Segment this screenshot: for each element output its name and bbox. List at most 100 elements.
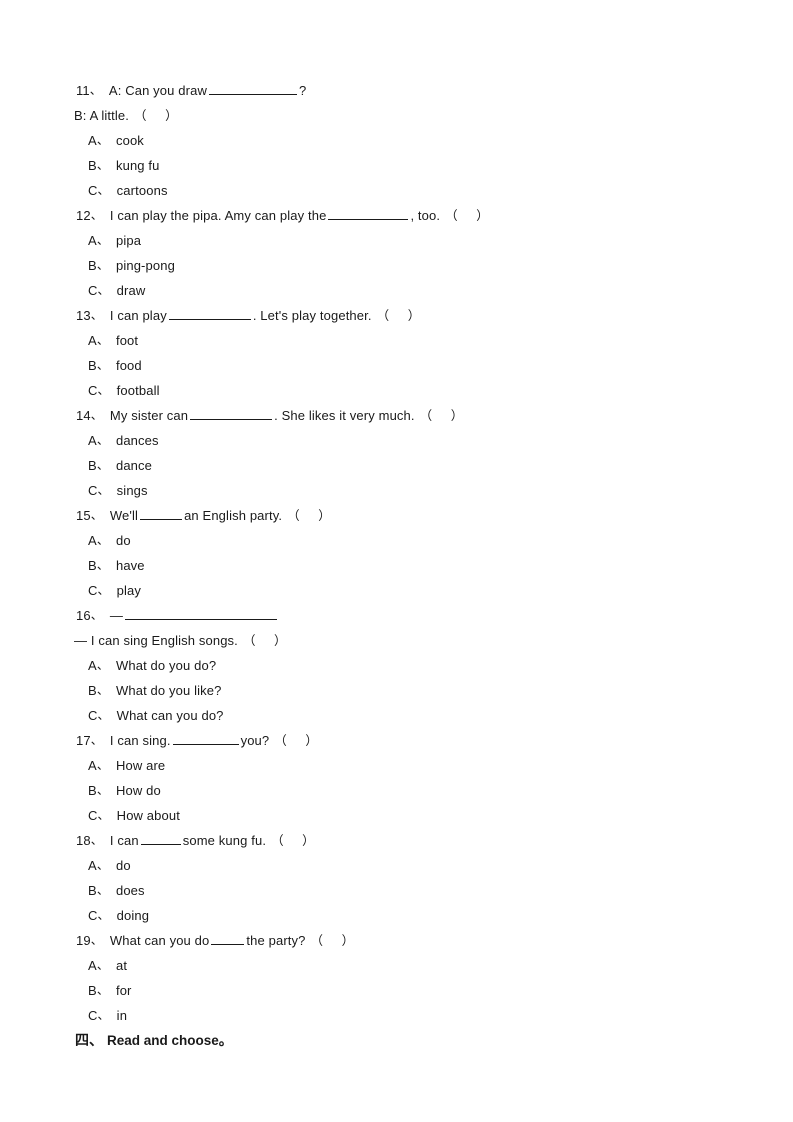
question-number: 13 bbox=[76, 308, 91, 323]
option-letter: C bbox=[88, 1008, 98, 1023]
option-b[interactable]: B、 does bbox=[88, 878, 736, 903]
option-text: have bbox=[115, 558, 145, 573]
option-letter-separator: 、 bbox=[96, 858, 109, 872]
answer-blank[interactable] bbox=[125, 608, 278, 620]
answer-bracket[interactable]: （） bbox=[377, 303, 422, 329]
answer-blank[interactable] bbox=[328, 208, 409, 220]
bracket-open: （ bbox=[310, 934, 325, 948]
bracket-open: （ bbox=[445, 209, 460, 223]
question-stem: 15、 We'll an English party. （） bbox=[76, 503, 736, 528]
option-text: sings bbox=[116, 483, 148, 498]
option-text: dances bbox=[115, 433, 159, 448]
option-letter: A bbox=[88, 133, 97, 148]
answer-bracket[interactable]: （） bbox=[243, 628, 288, 654]
question-text-after-blank: an English party. bbox=[184, 508, 283, 523]
question-number-separator: 、 bbox=[90, 608, 103, 622]
answer-bracket[interactable]: （） bbox=[420, 403, 465, 429]
document-page: 11、 A: Can you draw? B: A little. （） A、 cook B… bbox=[0, 0, 793, 1122]
option-a[interactable]: A、 at bbox=[88, 953, 736, 978]
option-a[interactable]: A、 do bbox=[88, 853, 736, 878]
answer-blank[interactable] bbox=[168, 308, 251, 320]
option-a[interactable]: A、 foot bbox=[88, 328, 736, 353]
option-letter: C bbox=[88, 808, 98, 823]
option-letter-separator: 、 bbox=[96, 233, 109, 247]
option-letter: B bbox=[88, 683, 97, 698]
option-b[interactable]: B、 What do you like? bbox=[88, 678, 736, 703]
answer-bracket[interactable]: （） bbox=[445, 203, 490, 229]
answer-bracket[interactable]: （） bbox=[287, 503, 332, 529]
answer-bracket[interactable]: （） bbox=[311, 928, 356, 954]
option-b[interactable]: B、 for bbox=[88, 978, 736, 1003]
answer-bracket[interactable]: （） bbox=[134, 103, 179, 129]
section-marker: 四 bbox=[75, 1033, 89, 1049]
bracket-open: （ bbox=[134, 109, 149, 123]
answer-bracket[interactable]: （） bbox=[274, 728, 319, 754]
option-letter-separator: 、 bbox=[97, 283, 110, 297]
question-text-after-blank: ? bbox=[298, 83, 307, 98]
question-number: 19 bbox=[76, 933, 91, 948]
question-number-separator: 、 bbox=[90, 308, 103, 322]
option-a[interactable]: A、 pipa bbox=[88, 228, 736, 253]
option-b[interactable]: B、 How do bbox=[88, 778, 736, 803]
option-b[interactable]: B、 dance bbox=[88, 453, 736, 478]
option-letter-separator: 、 bbox=[96, 258, 109, 272]
option-letter-separator: 、 bbox=[96, 533, 109, 547]
option-letter-separator: 、 bbox=[96, 658, 109, 672]
question-text-after-blank: . Let's play together. bbox=[252, 308, 372, 323]
option-b[interactable]: B、 ping-pong bbox=[88, 253, 736, 278]
option-c[interactable]: C、 in bbox=[88, 1003, 736, 1028]
bracket-open: （ bbox=[287, 509, 302, 523]
question-text-after-blank: , too. bbox=[410, 208, 441, 223]
option-b[interactable]: B、 food bbox=[88, 353, 736, 378]
option-c[interactable]: C、 draw bbox=[88, 278, 736, 303]
answer-blank[interactable] bbox=[172, 733, 239, 745]
question-stem: 18、 I can some kung fu. （） bbox=[76, 828, 736, 853]
answer-blank[interactable] bbox=[208, 83, 297, 95]
option-a[interactable]: A、 What do you do? bbox=[88, 653, 736, 678]
option-text: play bbox=[116, 583, 142, 598]
answer-blank[interactable] bbox=[140, 833, 181, 845]
option-c[interactable]: C、 How about bbox=[88, 803, 736, 828]
option-c[interactable]: C、 play bbox=[88, 578, 736, 603]
answer-blank[interactable] bbox=[190, 408, 273, 420]
option-text: football bbox=[116, 383, 160, 398]
option-letter: C bbox=[88, 583, 98, 598]
option-letter: A bbox=[88, 958, 97, 973]
bracket-close: ） bbox=[476, 209, 491, 223]
answer-blank[interactable] bbox=[140, 508, 183, 520]
question-text-after-blank: the party? bbox=[246, 933, 306, 948]
option-c[interactable]: C、 football bbox=[88, 378, 736, 403]
option-text: for bbox=[115, 983, 132, 998]
option-letter: C bbox=[88, 483, 98, 498]
question-number: 12 bbox=[76, 208, 91, 223]
option-letter: C bbox=[88, 383, 98, 398]
option-c[interactable]: C、 doing bbox=[88, 903, 736, 928]
answer-blank[interactable] bbox=[211, 933, 245, 945]
option-c[interactable]: C、 What can you do? bbox=[88, 703, 736, 728]
option-b[interactable]: B、 kung fu bbox=[88, 153, 736, 178]
option-a[interactable]: A、 do bbox=[88, 528, 736, 553]
question-text-after-blank: you? bbox=[240, 733, 270, 748]
question-stem: 14、 My sister can . She likes it very much… bbox=[76, 403, 736, 428]
option-c[interactable]: C、 sings bbox=[88, 478, 736, 503]
bracket-close: ） bbox=[407, 309, 422, 323]
option-text: What do you like? bbox=[115, 683, 222, 698]
option-a[interactable]: A、 How are bbox=[88, 753, 736, 778]
answer-bracket[interactable]: （） bbox=[271, 828, 316, 854]
option-b[interactable]: B、 have bbox=[88, 553, 736, 578]
option-letter-separator: 、 bbox=[97, 583, 110, 597]
option-a[interactable]: A、 cook bbox=[88, 128, 736, 153]
bracket-close: ） bbox=[165, 109, 180, 123]
question-text-before-blank: We'll bbox=[109, 508, 139, 523]
option-text: How do bbox=[115, 783, 161, 798]
question-number: 14 bbox=[76, 408, 91, 423]
question-list: 11、 A: Can you draw? B: A little. （） A、 cook B… bbox=[74, 78, 736, 1028]
question-number-separator: 、 bbox=[90, 833, 103, 847]
question-number: 18 bbox=[76, 833, 91, 848]
option-c[interactable]: C、 cartoons bbox=[88, 178, 736, 203]
question-number-separator: 、 bbox=[90, 408, 103, 422]
option-letter-separator: 、 bbox=[96, 983, 109, 997]
option-a[interactable]: A、 dances bbox=[88, 428, 736, 453]
option-letter-separator: 、 bbox=[96, 133, 109, 147]
section-title: Read and choose bbox=[107, 1033, 219, 1048]
